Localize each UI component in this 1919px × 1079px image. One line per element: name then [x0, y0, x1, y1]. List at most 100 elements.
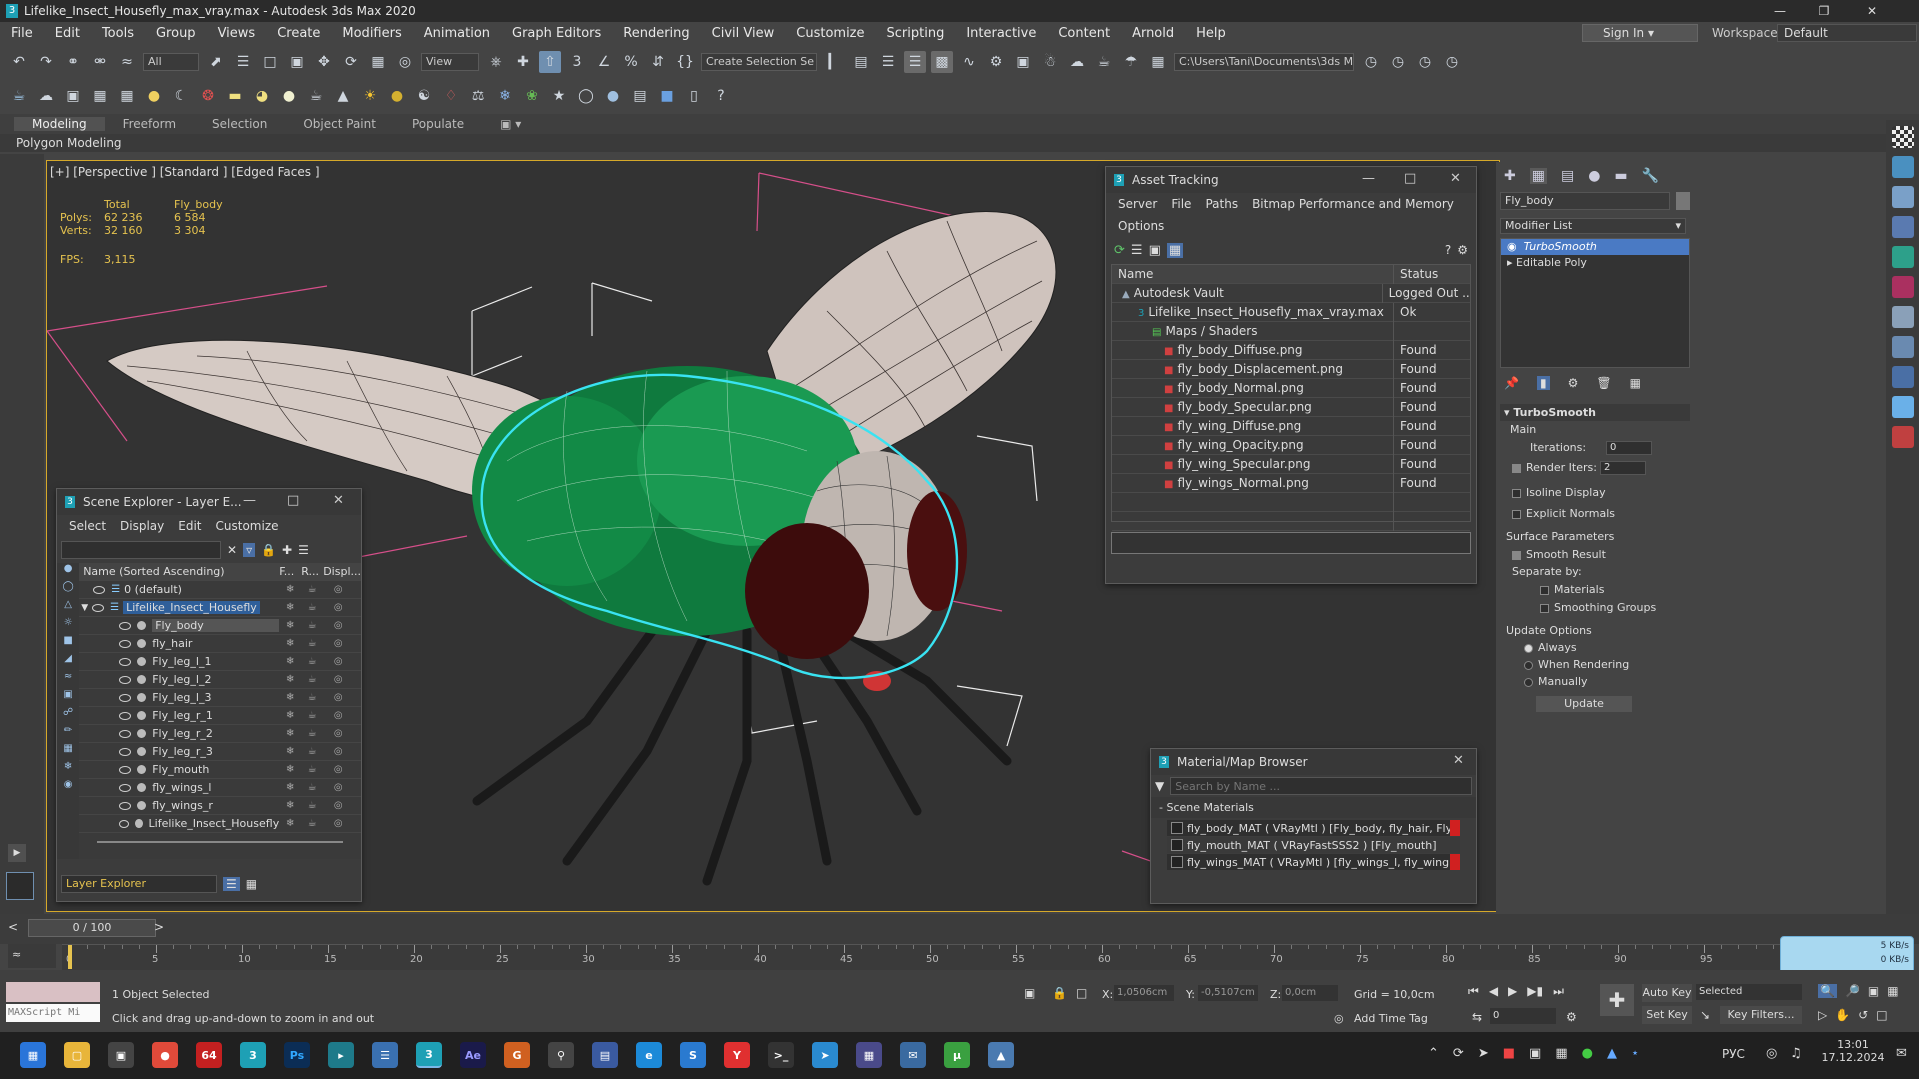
move-icon[interactable]: ✥ [313, 51, 335, 73]
app-64-icon[interactable]: 64 [196, 1042, 222, 1068]
scene-tree-row[interactable]: Fly_leg_r_3 ❄ ☕ ◎ [79, 743, 361, 761]
display-particles-icon[interactable]: ❄ [57, 761, 79, 779]
3dsmax-icon[interactable]: 3 [240, 1042, 266, 1068]
keyboard-shortcut-icon[interactable]: ⇧ [539, 51, 561, 73]
mirror-icon[interactable]: ▎ [823, 51, 845, 73]
proxy-icon[interactable]: ♢ [440, 85, 462, 107]
material-editor-icon[interactable]: ▣ [1012, 51, 1034, 73]
zoom-extents-icon[interactable]: ▣ [1868, 984, 1879, 998]
checker-icon[interactable] [1891, 126, 1914, 148]
material-item[interactable]: fly_wings_MAT ( VRayMtl ) [fly_wings_l, … [1167, 854, 1460, 870]
update-button[interactable]: Update [1536, 696, 1632, 712]
workspace-dropdown[interactable]: Default [1777, 24, 1917, 42]
rect-selection-icon[interactable]: □ [259, 51, 281, 73]
3dsmax-active-icon[interactable]: 3 [416, 1042, 442, 1068]
window-crossing-icon[interactable]: ▣ [286, 51, 308, 73]
minimize-icon[interactable]: — [243, 493, 256, 508]
stack-item-editable-poly[interactable]: ▸ Editable Poly [1501, 255, 1689, 271]
menu-item-edit[interactable]: Edit [44, 26, 91, 41]
environment-icon[interactable]: ● [602, 85, 624, 107]
lock-selection-icon[interactable]: 🔒 [1052, 986, 1067, 1000]
visibility-eye-icon[interactable] [119, 765, 132, 774]
scene-tree-row[interactable]: Fly_leg_r_1 ❄ ☕ ◎ [79, 707, 361, 725]
scene-materials-header[interactable]: - Scene Materials [1151, 797, 1476, 818]
explorer-type-dropdown[interactable]: Layer Explorer [61, 875, 217, 893]
schematic-view-icon[interactable]: ⚙ [985, 51, 1007, 73]
zoom-all-icon[interactable]: 🔎 [1845, 984, 1860, 998]
photoshop-icon[interactable]: Ps [284, 1042, 310, 1068]
hierarchy-icon[interactable]: ▦ [246, 877, 257, 891]
wifi-icon[interactable]: ◎ [1766, 1046, 1777, 1061]
percent-snap-icon[interactable]: % [620, 51, 642, 73]
close-icon[interactable]: ✕ [1453, 753, 1464, 768]
renderable-icon[interactable]: ☕ [301, 620, 323, 631]
when-rendering-radio[interactable] [1524, 660, 1533, 670]
visibility-eye-icon[interactable] [119, 693, 132, 702]
pan-icon[interactable]: ✋ [1835, 1008, 1850, 1022]
display-box-icon[interactable]: ◎ [323, 620, 353, 631]
display-children-icon[interactable]: ◉ [57, 779, 79, 797]
shell-icon[interactable]: ◯ [575, 85, 597, 107]
next-key-icon[interactable]: ▶▮ [1527, 984, 1543, 999]
display-box-icon[interactable]: ◎ [323, 764, 353, 775]
file-explorer-icon[interactable]: ▢ [64, 1042, 90, 1068]
orbit-icon[interactable]: ↺ [1858, 1008, 1868, 1022]
maxscript-listener-pink[interactable] [6, 982, 100, 1002]
tray-record-icon[interactable]: ■ [1503, 1046, 1515, 1061]
select-manipulate-icon[interactable]: ✚ [512, 51, 534, 73]
display-box-icon[interactable]: ◎ [323, 674, 353, 685]
align-icon[interactable]: ▤ [850, 51, 872, 73]
display-box-icon[interactable]: ◎ [323, 692, 353, 703]
save-app-icon[interactable]: ▤ [592, 1042, 618, 1068]
se-menu-customize[interactable]: Customize [210, 515, 287, 537]
display-box-icon[interactable]: ◎ [323, 800, 353, 811]
freeze-icon[interactable]: ❄ [279, 782, 301, 793]
select-by-name-icon[interactable]: ☰ [232, 51, 254, 73]
menu-item-graph-editors[interactable]: Graph Editors [501, 26, 612, 41]
renderable-icon[interactable]: ☕ [301, 800, 323, 811]
asset-row[interactable]: ■ fly_body_Diffuse.png Found [1112, 340, 1470, 360]
scene-tree-row[interactable]: Fly_leg_l_3 ❄ ☕ ◎ [79, 689, 361, 707]
cube-icon[interactable] [1891, 396, 1914, 418]
create-tab-icon[interactable]: ✚ [1504, 168, 1516, 184]
asset-row[interactable]: ■ fly_wing_Diffuse.png Found [1112, 416, 1470, 436]
render-setup-icon[interactable]: ☃ [1039, 51, 1061, 73]
image-icon[interactable]: ▤ [629, 85, 651, 107]
display-box-icon[interactable]: ◎ [323, 746, 353, 757]
scene-tree-row[interactable]: Fly_leg_l_2 ❄ ☕ ◎ [79, 671, 361, 689]
col-freeze-header[interactable]: F... [279, 565, 301, 578]
display-xrefs-icon[interactable]: ☍ [57, 707, 79, 725]
configure-sets-icon[interactable]: ▦ [1630, 376, 1641, 390]
ies-light-icon[interactable]: ☾ [170, 85, 192, 107]
display-box-icon[interactable]: ◎ [323, 656, 353, 667]
freeze-icon[interactable]: ❄ [279, 674, 301, 685]
isolate-icon[interactable]: ▣ [1024, 986, 1035, 1000]
visibility-eye-icon[interactable] [119, 801, 132, 810]
pin-stack-icon[interactable]: 📌 [1504, 376, 1519, 390]
add-layer-icon[interactable]: ✚ [282, 543, 292, 557]
scale-icon[interactable]: ▦ [367, 51, 389, 73]
ambient-light-icon[interactable]: ● [386, 85, 408, 107]
display-box-icon[interactable]: ◎ [323, 782, 353, 793]
calculator-icon[interactable]: ▦ [856, 1042, 882, 1068]
telegram-icon[interactable]: ➤ [812, 1042, 838, 1068]
ribbon-tab-populate[interactable]: Populate [394, 117, 482, 131]
col-display-header[interactable]: Displ... [323, 565, 361, 578]
menu-item-civil-view[interactable]: Civil View [701, 26, 786, 41]
freeze-icon[interactable]: ❄ [279, 800, 301, 811]
menu-item-scripting[interactable]: Scripting [876, 26, 956, 41]
asset-path-field[interactable] [1111, 532, 1471, 554]
go-to-start-icon[interactable]: ⏮ [1468, 984, 1479, 999]
render-iterative-icon[interactable]: ☂ [1120, 51, 1142, 73]
pivot-icon[interactable]: ⎈ [485, 51, 507, 73]
absolute-mode-icon[interactable]: □ [1076, 986, 1087, 1000]
se-menu-edit[interactable]: Edit [172, 515, 209, 537]
menu-item-customize[interactable]: Customize [785, 26, 875, 41]
3dsmax-alt-icon[interactable]: ▸ [328, 1042, 354, 1068]
renderable-icon[interactable]: ☕ [301, 818, 323, 829]
app-g-icon[interactable]: G [504, 1042, 530, 1068]
lock-icon[interactable]: 🔒 [261, 543, 276, 557]
renderable-icon[interactable]: ☕ [301, 656, 323, 667]
thumbnail-icon[interactable]: ▣ [1149, 243, 1161, 258]
utilities-tab-icon[interactable]: 🔧 [1642, 168, 1659, 184]
